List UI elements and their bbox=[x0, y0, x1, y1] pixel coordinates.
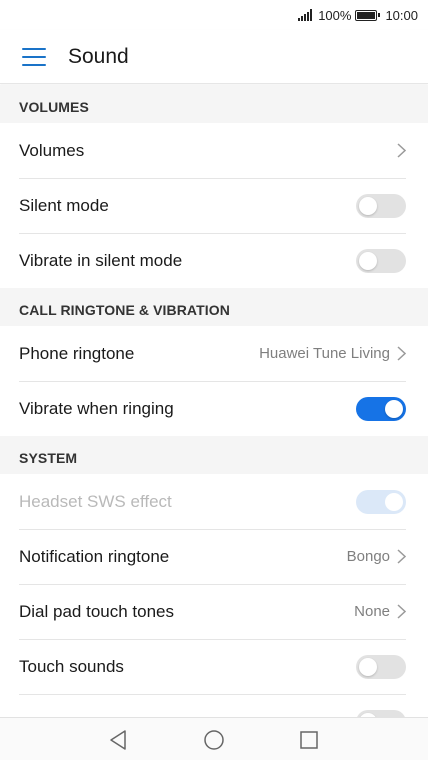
partially-visible-toggle[interactable] bbox=[356, 709, 406, 717]
chevron-right-icon bbox=[396, 549, 406, 565]
setting-label: Vibrate when ringing bbox=[19, 398, 174, 418]
recents-icon[interactable] bbox=[297, 728, 321, 752]
back-icon[interactable] bbox=[107, 728, 131, 752]
chevron-right-icon bbox=[396, 143, 406, 159]
setting-label: Headset SWS effect bbox=[19, 491, 172, 511]
setting-silent-mode[interactable]: Silent mode bbox=[0, 178, 428, 233]
clock: 10:00 bbox=[385, 7, 418, 23]
setting-vibrate-when-ringing[interactable]: Vibrate when ringing bbox=[0, 381, 428, 436]
setting-dial-pad-touch-tones[interactable]: Dial pad touch tones None bbox=[0, 584, 428, 639]
battery-percent: 100% bbox=[318, 7, 352, 23]
setting-vibrate-in-silent-mode[interactable]: Vibrate in silent mode bbox=[0, 233, 428, 288]
settings-list[interactable]: VOLUMES Volumes Silent mode Vibrate in s… bbox=[0, 85, 428, 717]
setting-volumes[interactable]: Volumes bbox=[0, 123, 428, 178]
status-indicators: 100% 10:00 bbox=[298, 6, 418, 24]
section-header-system: SYSTEM bbox=[0, 436, 428, 474]
section-header-call-ringtone: CALL RINGTONE & VIBRATION bbox=[0, 288, 428, 326]
setting-label: Notification ringtone bbox=[19, 546, 170, 566]
vibrate-in-silent-mode-toggle[interactable] bbox=[356, 248, 406, 273]
setting-phone-ringtone[interactable]: Phone ringtone Huawei Tune Living bbox=[0, 326, 428, 381]
section-header-volumes: VOLUMES bbox=[0, 85, 428, 123]
setting-label: Volumes bbox=[19, 140, 85, 160]
chevron-right-icon bbox=[396, 604, 406, 620]
setting-value: Bongo bbox=[346, 548, 390, 565]
silent-mode-toggle[interactable] bbox=[356, 193, 406, 218]
app-bar: Sound bbox=[0, 30, 428, 84]
setting-label: Dial pad touch tones bbox=[19, 601, 174, 621]
setting-partially-visible[interactable] bbox=[0, 694, 428, 717]
headset-sws-effect-toggle bbox=[356, 489, 406, 514]
setting-label: Vibrate in silent mode bbox=[19, 250, 183, 270]
touch-sounds-toggle[interactable] bbox=[356, 654, 406, 679]
navigation-bar bbox=[0, 717, 428, 760]
setting-value: None bbox=[354, 603, 390, 620]
setting-touch-sounds[interactable]: Touch sounds bbox=[0, 639, 428, 694]
page-title: Sound bbox=[68, 44, 129, 68]
setting-label: Touch sounds bbox=[19, 656, 124, 676]
battery-icon bbox=[355, 9, 381, 21]
vibrate-when-ringing-toggle[interactable] bbox=[356, 396, 406, 421]
home-icon[interactable] bbox=[202, 728, 226, 752]
setting-label: Phone ringtone bbox=[19, 343, 135, 363]
setting-notification-ringtone[interactable]: Notification ringtone Bongo bbox=[0, 529, 428, 584]
setting-headset-sws-effect: Headset SWS effect bbox=[0, 474, 428, 529]
status-bar: 100% 10:00 bbox=[0, 0, 428, 30]
setting-value: Huawei Tune Living bbox=[259, 345, 390, 362]
menu-icon[interactable] bbox=[22, 47, 46, 66]
chevron-right-icon bbox=[396, 346, 406, 362]
signal-icon bbox=[298, 9, 313, 21]
setting-label: Silent mode bbox=[19, 195, 109, 215]
